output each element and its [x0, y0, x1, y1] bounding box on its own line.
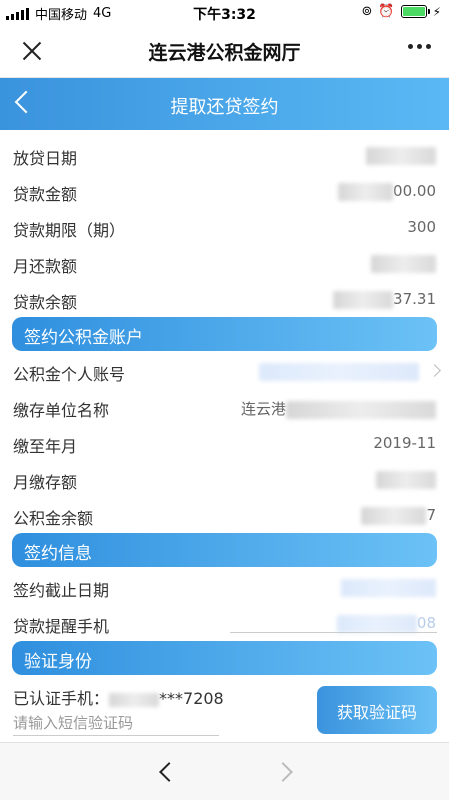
chevron-right-icon[interactable]: [428, 364, 441, 377]
lock-rotation-icon: ⊚: [361, 4, 373, 19]
bottom-nav: [0, 742, 449, 800]
monthly-deposit-row: 月缴存额: [0, 461, 449, 497]
loan-date-value: [366, 146, 436, 165]
page-title: 提取还贷签约: [170, 97, 279, 118]
loan-date-label: 放贷日期: [13, 149, 78, 168]
deadline-value[interactable]: [341, 578, 436, 597]
paid-until-value: 2019-11: [373, 434, 436, 452]
paid-until-row: 缴至年月 2019-11: [0, 425, 449, 461]
account-no-row[interactable]: 公积金个人账号: [0, 353, 449, 389]
monthly-repay-value: [371, 254, 436, 273]
section-sign-info: 签约信息: [12, 533, 437, 567]
phone-row[interactable]: 贷款提醒手机 08: [0, 605, 449, 641]
charging-icon: ⚡: [432, 4, 441, 19]
phone-label: 贷款提醒手机: [13, 617, 110, 636]
fund-balance-row: 公积金余额 7: [0, 497, 449, 533]
employer-row: 缴存单位名称 连云港: [0, 389, 449, 425]
deadline-label: 签约截止日期: [13, 581, 110, 600]
battery-icon: [400, 5, 430, 18]
loan-amount-label: 贷款金额: [13, 185, 78, 204]
monthly-deposit-label: 月缴存额: [13, 473, 78, 492]
nav-forward-icon[interactable]: [273, 762, 293, 782]
loan-balance-value: 37.31: [333, 290, 436, 309]
nav-back-icon[interactable]: [159, 762, 179, 782]
loan-amount-value: 00.00: [338, 182, 436, 201]
monthly-repay-label: 月还款额: [13, 257, 78, 276]
section-verify: 验证身份: [12, 641, 437, 675]
account-no-label: 公积金个人账号: [13, 365, 126, 384]
title-bar: 连云港公积金网厅: [0, 24, 449, 78]
alarm-icon: ⏰: [378, 4, 395, 19]
phone-value[interactable]: 08: [336, 614, 436, 633]
loan-term-value: 300: [407, 218, 436, 236]
monthly-repay-row: 月还款额: [0, 245, 449, 281]
loan-amount-row: 贷款金额 00.00: [0, 173, 449, 209]
loan-balance-row: 贷款余额 37.31: [0, 281, 449, 317]
fund-balance-label: 公积金余额: [13, 509, 94, 528]
loan-date-row: 放贷日期: [0, 137, 449, 173]
monthly-deposit-value: [376, 470, 436, 489]
paid-until-label: 缴至年月: [13, 437, 78, 456]
phone-underline: [230, 632, 437, 633]
sms-code-input[interactable]: [13, 710, 219, 736]
deadline-row[interactable]: 签约截止日期: [0, 569, 449, 605]
page-header: 提取还贷签约: [0, 78, 449, 130]
section-account: 签约公积金账户: [12, 317, 437, 351]
status-right: ⊚ ⏰ ⚡: [361, 4, 441, 19]
get-sms-code-button[interactable]: 获取验证码: [317, 686, 437, 734]
loan-term-label: 贷款期限（期）: [13, 221, 126, 240]
status-bar: 中国移动 4G 下午3:32 ⊚ ⏰ ⚡: [0, 0, 449, 24]
app-title: 连云港公积金网厅: [148, 42, 301, 64]
loan-balance-label: 贷款余额: [13, 293, 78, 312]
employer-value: 连云港: [241, 398, 436, 419]
fund-balance-value: 7: [361, 506, 436, 525]
account-no-value: [259, 362, 419, 381]
loan-term-row: 贷款期限（期） 300: [0, 209, 449, 245]
employer-label: 缴存单位名称: [13, 401, 110, 420]
verified-phone-label: 已认证手机： ***7208: [13, 689, 224, 708]
more-options-icon[interactable]: [408, 44, 431, 49]
